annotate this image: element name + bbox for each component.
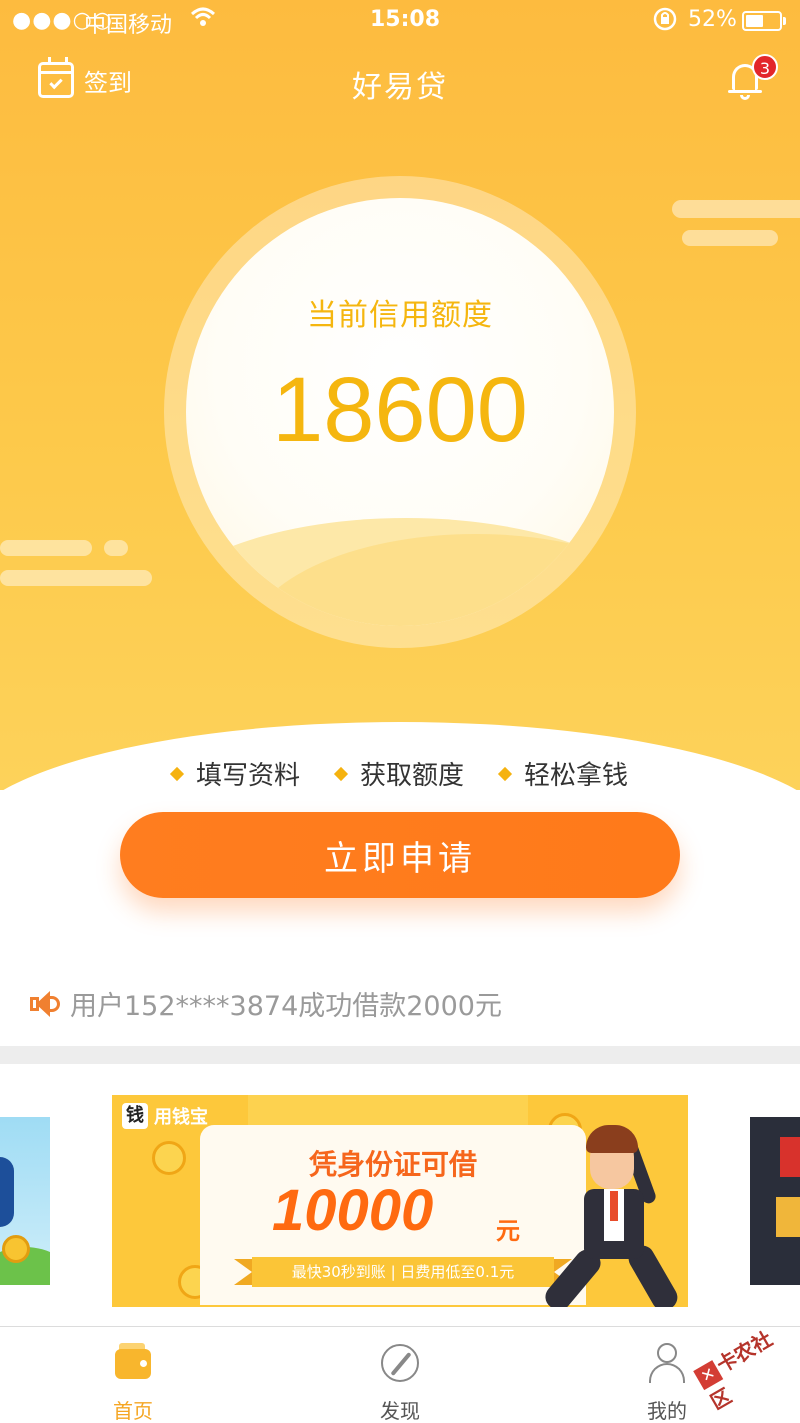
rotation-lock-icon xyxy=(652,6,678,38)
loan-notice: 用户152****3874成功借款2000元 xyxy=(28,984,502,1023)
wallet-icon xyxy=(113,1343,153,1383)
battery-fill xyxy=(746,15,763,27)
brand-logo: 钱 xyxy=(122,1103,148,1129)
tab-bar: 首页 发现 我的 xyxy=(0,1326,800,1423)
man-illustration xyxy=(610,1191,618,1221)
tab-label: 发现 xyxy=(380,1399,420,1423)
app-title: 好易贷 xyxy=(352,70,448,105)
process-steps: 填写资料 获取额度 轻松拿钱 xyxy=(0,755,800,792)
wifi-icon xyxy=(190,6,216,34)
battery-tip xyxy=(783,17,786,25)
apply-now-button[interactable]: 立即申请 xyxy=(120,812,680,898)
brand-name: 用钱宝 xyxy=(154,1107,208,1128)
status-time: 15:08 xyxy=(370,7,441,32)
top-nav: 签到 好易贷 xyxy=(0,50,800,114)
ribbon-tail xyxy=(234,1259,252,1285)
banner-ribbon: 最快30秒到账 | 日费用低至0.1元 xyxy=(252,1257,554,1287)
diamond-icon xyxy=(169,766,185,781)
banner-unit: 元 xyxy=(496,1217,520,1245)
step-label: 填写资料 xyxy=(195,761,300,791)
cloud-decoration xyxy=(682,230,778,246)
cloud-decoration xyxy=(0,540,92,556)
step-item: 轻松拿钱 xyxy=(497,755,629,792)
cloud-decoration xyxy=(104,540,128,556)
banner-stripe xyxy=(248,1095,528,1125)
diamond-icon xyxy=(333,766,349,781)
battery-icon xyxy=(742,11,782,31)
carrier-name: 中国移动 xyxy=(84,13,173,38)
section-divider xyxy=(0,1046,800,1064)
man-illustration xyxy=(586,1125,638,1153)
banner-next-slide[interactable] xyxy=(750,1117,800,1285)
banner-prev-slide[interactable] xyxy=(0,1117,50,1285)
notification-badge: 3 xyxy=(752,54,778,80)
step-item: 填写资料 xyxy=(169,755,300,792)
cloud-decoration xyxy=(0,570,152,586)
credit-limit-label: 当前信用额度 xyxy=(307,298,493,333)
status-bar: ●●●○○ 中国移动 15:08 52% xyxy=(0,0,800,40)
banner-brand: 钱 用钱宝 xyxy=(122,1103,208,1129)
step-label: 获取额度 xyxy=(359,761,464,791)
promo-banner[interactable]: 钱 用钱宝 凭身份证可借 10000 元 最快30秒到账 | 日费用低至0.1元 xyxy=(112,1095,688,1307)
tab-discover[interactable]: 发现 xyxy=(310,1327,490,1423)
notice-text: 用户152****3874成功借款2000元 xyxy=(70,991,502,1022)
credit-limit-amount: 18600 xyxy=(272,359,528,461)
step-item: 获取额度 xyxy=(333,755,464,792)
speaker-icon xyxy=(28,987,62,1021)
coin-icon xyxy=(152,1141,186,1175)
tab-home[interactable]: 首页 xyxy=(43,1327,223,1423)
diamond-icon xyxy=(497,766,513,781)
cloud-decoration xyxy=(672,200,800,218)
compass-icon xyxy=(380,1343,420,1383)
step-label: 轻松拿钱 xyxy=(524,761,629,791)
battery-percent: 52% xyxy=(688,7,737,32)
banner-amount: 10000 xyxy=(272,1178,434,1243)
person-icon xyxy=(647,1343,687,1383)
tab-label: 首页 xyxy=(113,1399,153,1423)
